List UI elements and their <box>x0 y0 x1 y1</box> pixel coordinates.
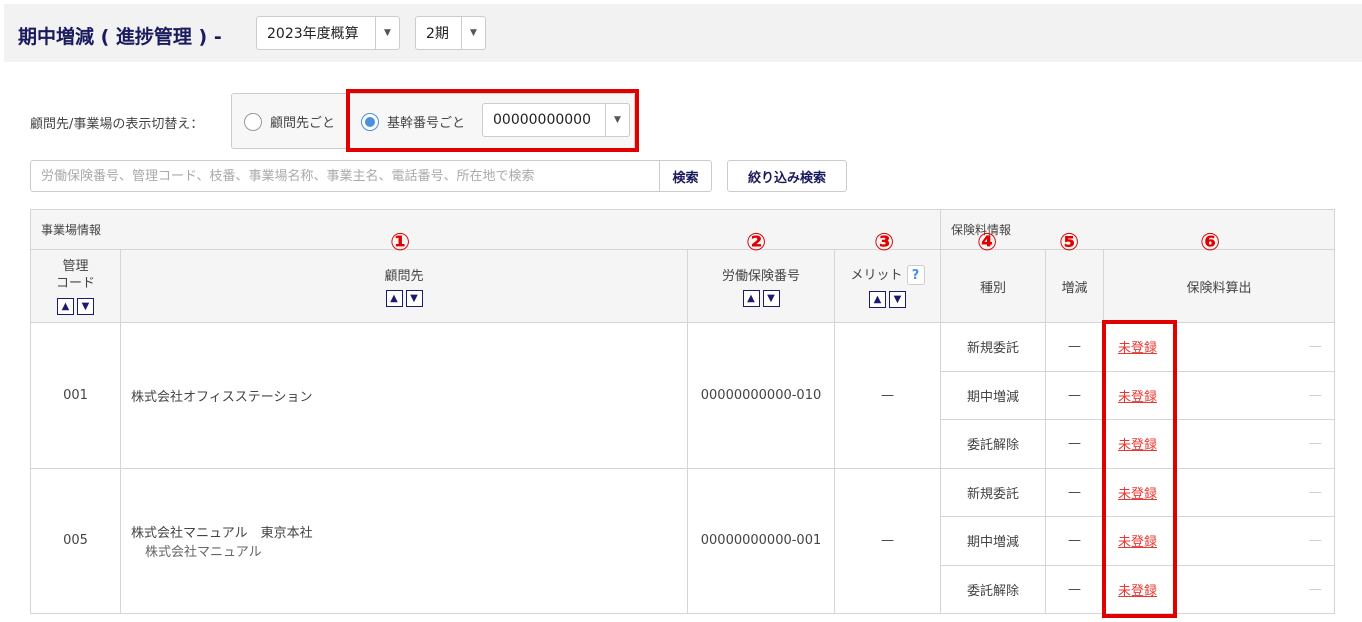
col-merit: メリット? ▲ ▼ <box>833 249 942 323</box>
change-cell: — <box>1045 564 1105 614</box>
help-icon[interactable]: ? <box>906 265 925 286</box>
search-button[interactable]: 検索 <box>659 161 711 191</box>
sort-asc-icon[interactable]: ▲ <box>869 291 886 309</box>
calc-value: — <box>1175 370 1336 420</box>
callout-4: ④ <box>977 228 998 256</box>
client-cell: 株式会社オフィスステーション <box>120 322 688 469</box>
callout-5: ⑤ <box>1059 228 1080 256</box>
client-name[interactable]: 株式会社マニュアル 東京本社 <box>131 526 313 541</box>
sort-asc-icon[interactable]: ▲ <box>385 290 403 307</box>
type-cell: 新規委託 <box>940 322 1047 372</box>
col-calc: 保険料算出 <box>1103 249 1336 323</box>
labor-no-cell: 00000000000-010 <box>687 322 835 469</box>
type-cell: 新規委託 <box>940 467 1047 517</box>
group-header-workplace: 事業場情報 <box>29 209 942 250</box>
filter-search-button[interactable]: 絞り込み検索 <box>727 160 847 192</box>
col-type: 種別 <box>940 249 1047 323</box>
search-input[interactable] <box>31 161 659 191</box>
page-title: 期中増減 ( 進捗管理 ) - <box>18 26 222 48</box>
change-cell: — <box>1045 322 1105 372</box>
change-cell: — <box>1045 467 1105 517</box>
labor-no-cell: 00000000000-001 <box>687 467 835 614</box>
client-name[interactable]: 株式会社オフィスステーション <box>131 390 312 405</box>
change-cell: — <box>1045 419 1105 469</box>
chevron-down-icon: ▼ <box>461 17 485 49</box>
chevron-down-icon: ▼ <box>375 17 399 49</box>
year-select[interactable]: 2023年度概算 ▼ <box>256 16 400 50</box>
sort-desc-icon[interactable]: ▼ <box>405 290 423 307</box>
sort-asc-icon[interactable]: ▲ <box>742 290 760 307</box>
calc-value: — <box>1175 564 1336 614</box>
col-client: 顧問先 ▲ ▼ <box>120 249 688 323</box>
calc-value: — <box>1175 516 1336 566</box>
group-header-premium: 保険料情報 <box>940 209 1336 250</box>
highlight-box <box>346 89 639 152</box>
calc-value: — <box>1175 322 1336 372</box>
code-cell: 005 <box>30 467 121 614</box>
search-bar: 検索 <box>30 160 712 192</box>
header-bar: 期中増減 ( 進捗管理 ) - 2023年度概算 ▼ 2期 ▼ <box>4 4 1362 62</box>
col-change: 増減 <box>1045 249 1105 323</box>
sort-desc-icon[interactable]: ▼ <box>889 291 906 309</box>
type-cell: 委託解除 <box>940 419 1047 469</box>
highlight-box <box>1102 320 1177 618</box>
sort-asc-icon[interactable]: ▲ <box>57 297 74 315</box>
change-cell: — <box>1045 516 1105 566</box>
callout-1: ① <box>390 228 411 256</box>
sort-desc-icon[interactable]: ▼ <box>77 297 94 315</box>
type-cell: 委託解除 <box>940 564 1047 614</box>
calc-value: — <box>1175 467 1336 517</box>
display-toggle-label: 顧問先/事業場の表示切替え： <box>30 117 204 132</box>
col-labor-no: 労働保険番号 ▲ ▼ <box>687 249 835 323</box>
radio-icon <box>244 112 262 131</box>
calc-value: — <box>1175 419 1336 469</box>
type-cell: 期中増減 <box>940 516 1047 566</box>
period-select[interactable]: 2期 ▼ <box>415 16 486 50</box>
merit-cell: — <box>833 467 942 614</box>
code-cell: 001 <box>30 322 121 469</box>
callout-6: ⑥ <box>1200 228 1221 256</box>
client-sub-name: 株式会社マニュアル <box>145 544 262 560</box>
callout-2: ② <box>746 228 767 256</box>
col-code: 管理 コード ▲ ▼ <box>30 249 121 323</box>
change-cell: — <box>1045 370 1105 420</box>
radio-client[interactable]: 顧問先ごと <box>244 112 335 131</box>
type-cell: 期中増減 <box>940 370 1047 420</box>
sort-desc-icon[interactable]: ▼ <box>762 290 780 307</box>
callout-3: ③ <box>874 228 895 256</box>
client-cell: 株式会社マニュアル 東京本社株式会社マニュアル <box>120 467 688 614</box>
merit-cell: — <box>833 322 942 469</box>
